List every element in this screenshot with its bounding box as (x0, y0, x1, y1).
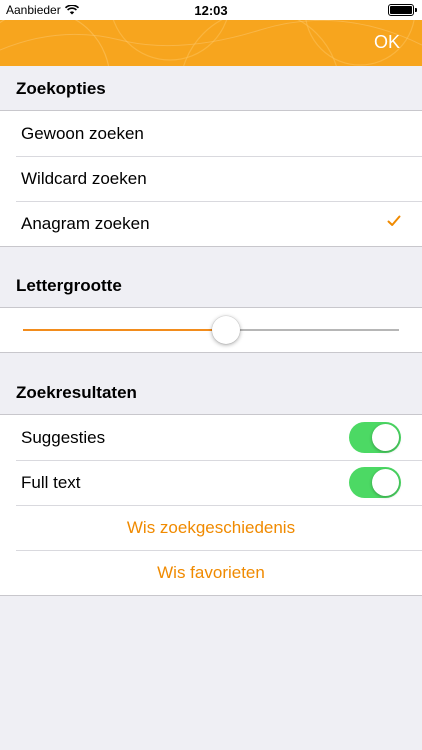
slider-track-empty (226, 329, 399, 331)
toggle-row-suggestions: Suggesties (0, 415, 422, 460)
font-size-slider[interactable] (0, 308, 422, 352)
option-normal-search[interactable]: Gewoon zoeken (0, 111, 422, 156)
search-options-group: Gewoon zoeken Wildcard zoeken Anagram zo… (0, 110, 422, 247)
toggle-label: Suggesties (21, 427, 106, 447)
section-header-search-options: Zoekopties (16, 79, 106, 98)
full-text-toggle[interactable] (349, 467, 401, 498)
suggestions-toggle[interactable] (349, 422, 401, 453)
toggle-row-full-text: Full text (0, 460, 422, 505)
clear-search-history-button[interactable]: Wis zoekgeschiedenis (0, 505, 422, 550)
navbar-pattern (0, 20, 422, 66)
toggle-knob (372, 469, 399, 496)
font-size-group (0, 307, 422, 353)
section-header-search-results: Zoekresultaten (16, 383, 137, 402)
action-label: Wis favorieten (157, 562, 265, 582)
slider-track-filled (23, 329, 227, 331)
option-anagram-search[interactable]: Anagram zoeken (0, 201, 422, 246)
option-label: Anagram zoeken (21, 213, 150, 233)
status-time: 12:03 (194, 3, 228, 18)
navigation-bar: OK (0, 20, 422, 66)
status-bar: Aanbieder 12:03 (0, 0, 422, 20)
slider-thumb[interactable] (212, 316, 241, 344)
toggle-label: Full text (21, 472, 81, 492)
option-label: Wildcard zoeken (21, 168, 147, 188)
section-header-font-size: Lettergrootte (16, 276, 122, 295)
clear-favorites-button[interactable]: Wis favorieten (0, 550, 422, 595)
option-wildcard-search[interactable]: Wildcard zoeken (0, 156, 422, 201)
option-label: Gewoon zoeken (21, 123, 144, 143)
checkmark-icon (387, 215, 401, 226)
battery-icon (388, 4, 417, 16)
toggle-knob (372, 424, 399, 451)
search-results-group: Suggesties Full text Wis zoekgeschiedeni… (0, 414, 422, 596)
ok-button[interactable]: OK (374, 32, 400, 53)
action-label: Wis zoekgeschiedenis (126, 517, 296, 537)
